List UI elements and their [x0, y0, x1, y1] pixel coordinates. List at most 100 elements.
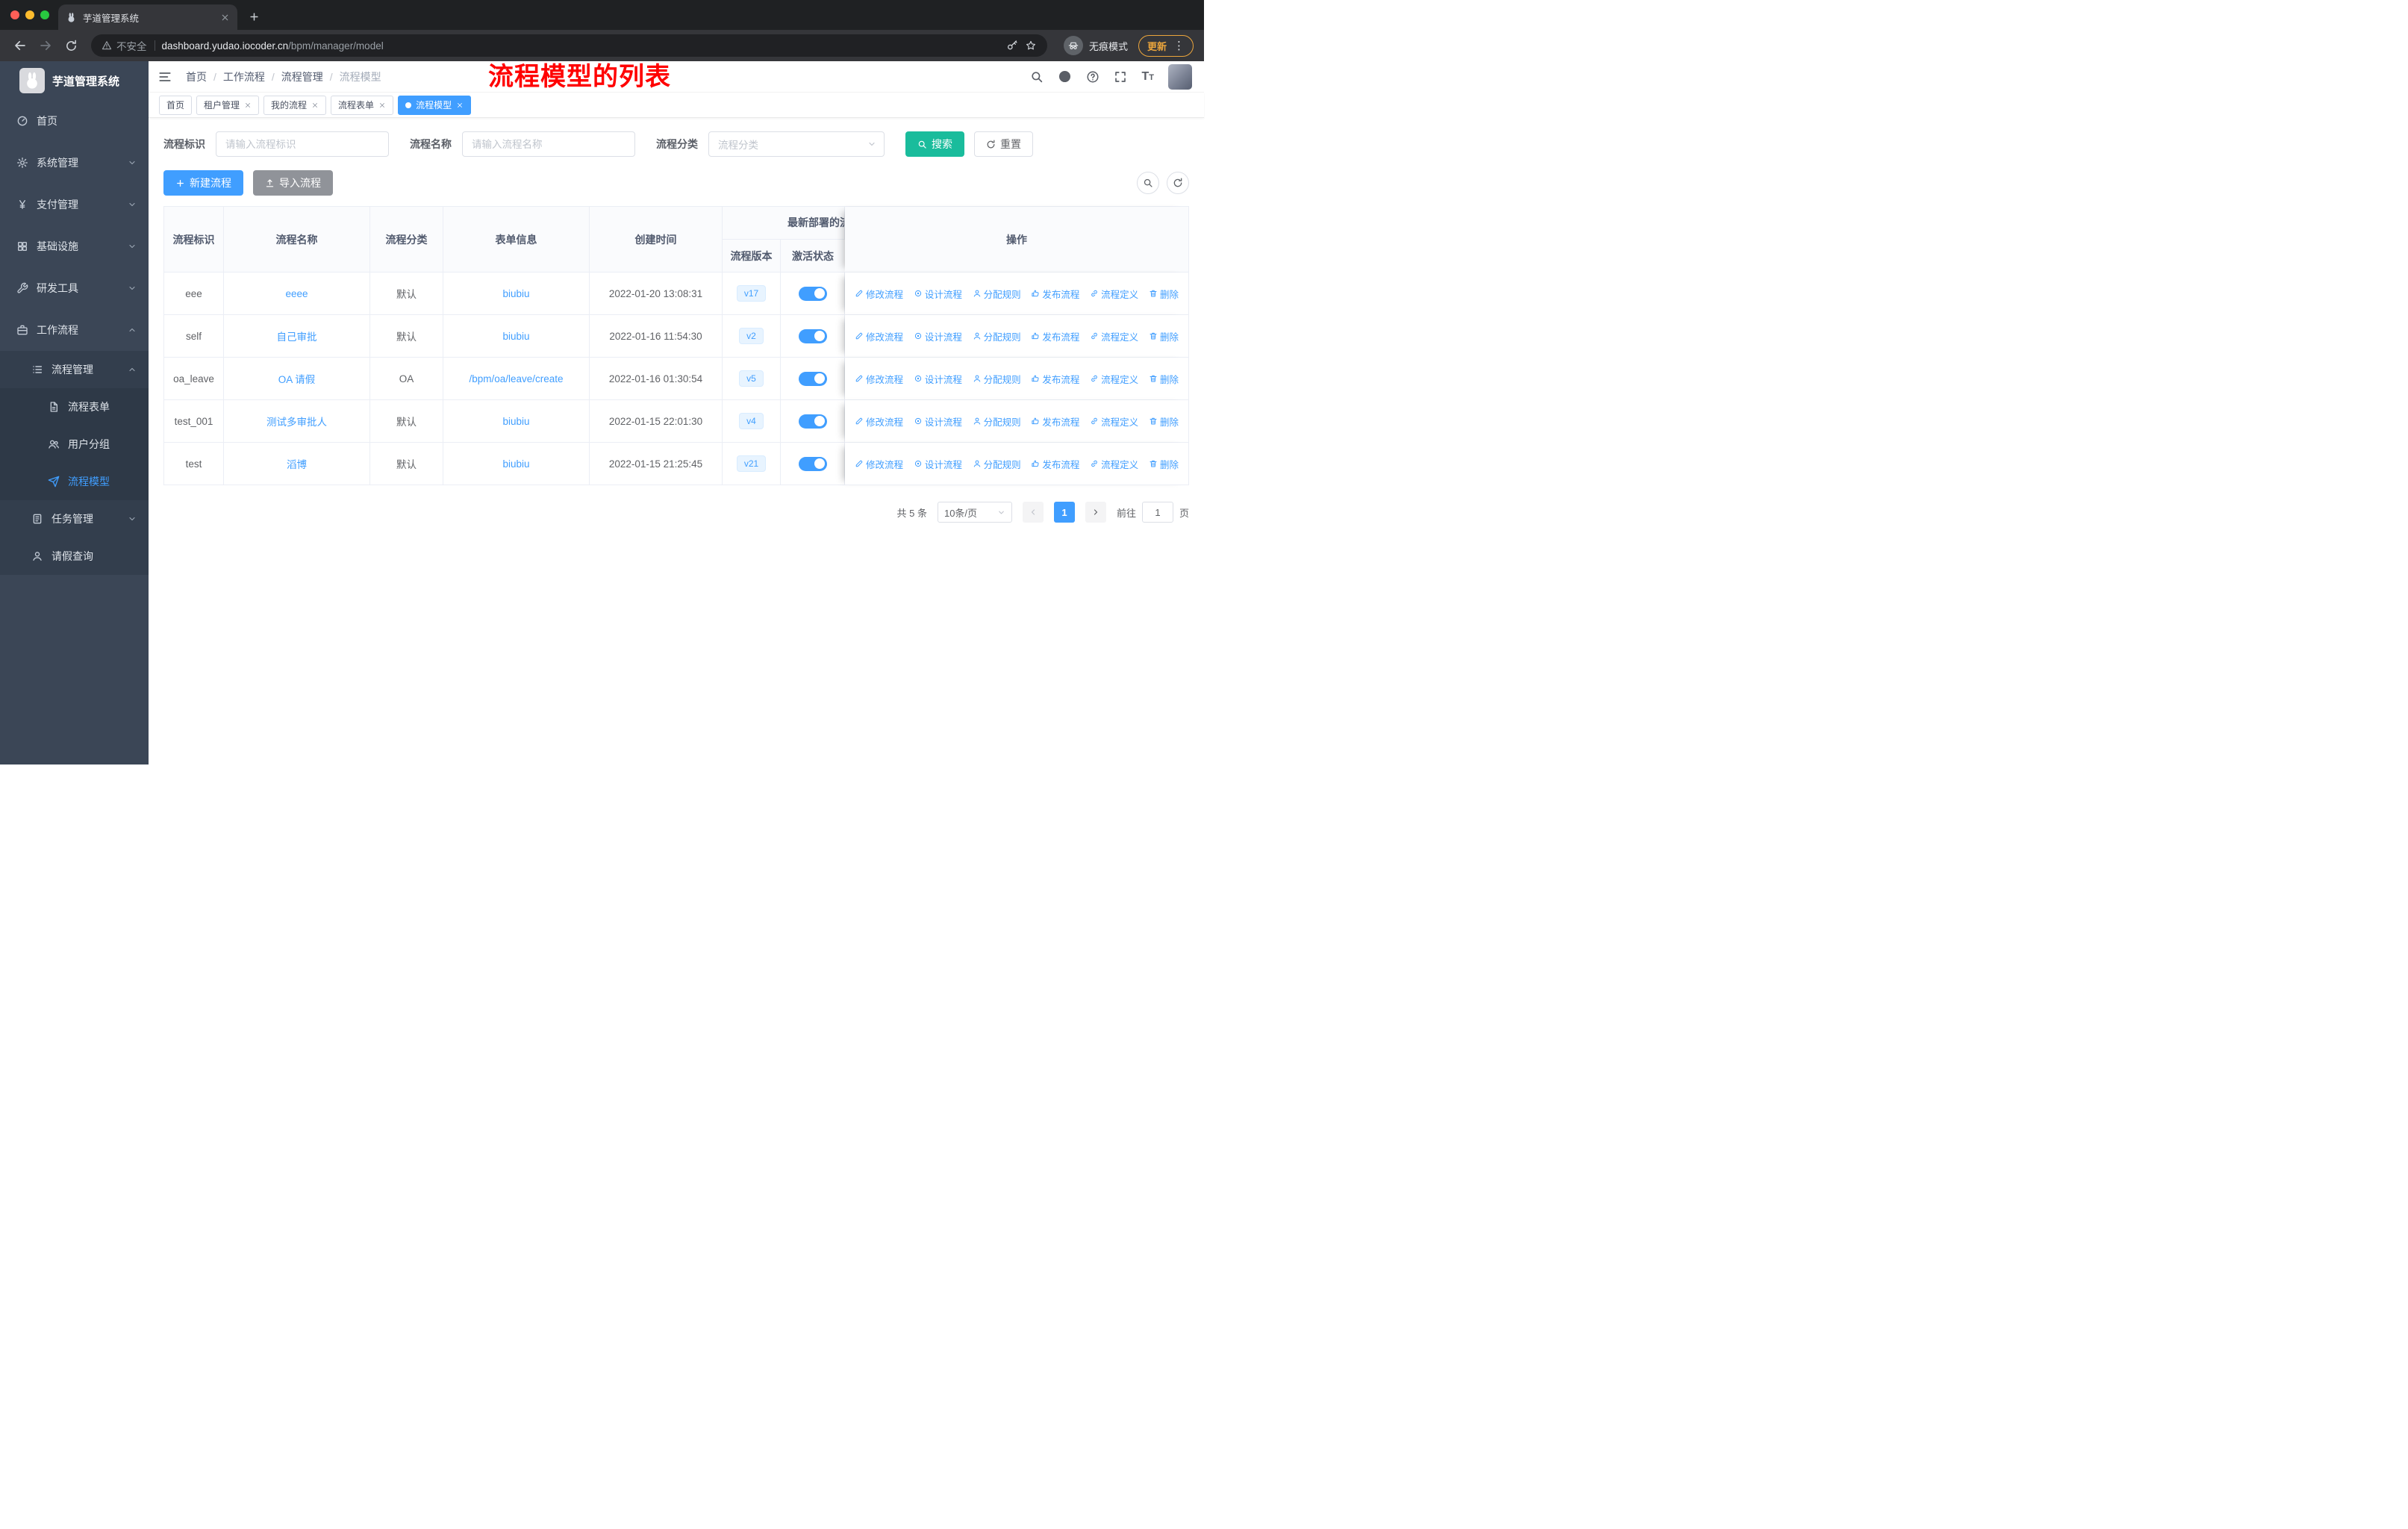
sidebar-item-leave-query[interactable]: 请假查询	[0, 538, 149, 575]
address-bar[interactable]: 不安全 dashboard.yudao.iocoder.cn/bpm/manag…	[91, 34, 1047, 57]
tag-tenant-mgmt[interactable]: 租户管理	[196, 95, 260, 115]
key-icon[interactable]	[1006, 40, 1018, 52]
update-button[interactable]: 更新 ⋮	[1138, 34, 1194, 57]
tag-close-icon[interactable]	[244, 102, 252, 109]
fullscreen-icon[interactable]	[1114, 70, 1127, 84]
edit-process-link[interactable]: 修改流程	[855, 457, 903, 471]
assign-rule-link[interactable]: 分配规则	[973, 414, 1021, 429]
collapse-sidebar-button[interactable]	[157, 69, 172, 84]
sidebar-item-system[interactable]: 系统管理	[0, 142, 149, 184]
version-badge[interactable]: v21	[736, 455, 767, 472]
back-button[interactable]	[9, 34, 31, 57]
reset-button[interactable]: 重置	[974, 131, 1033, 157]
browser-menu-icon[interactable]: ⋮	[1173, 40, 1185, 52]
process-name-link[interactable]: 自己审批	[277, 331, 317, 343]
delete-process-link[interactable]: 删除	[1149, 329, 1179, 343]
search-button[interactable]: 搜索	[905, 131, 964, 157]
design-process-link[interactable]: 设计流程	[914, 287, 962, 301]
zoom-window-button[interactable]	[40, 10, 49, 19]
sidebar-item-user-group[interactable]: 用户分组	[0, 426, 149, 463]
version-badge[interactable]: v5	[739, 370, 764, 387]
edit-process-link[interactable]: 修改流程	[855, 287, 903, 301]
sidebar-item-home[interactable]: 首页	[0, 100, 149, 142]
sidebar-item-infra[interactable]: 基础设施	[0, 225, 149, 267]
import-process-button[interactable]: 导入流程	[253, 170, 333, 196]
app-logo[interactable]: 芋道管理系统	[0, 61, 149, 100]
tag-close-icon[interactable]	[378, 102, 386, 109]
github-icon[interactable]	[1058, 69, 1072, 84]
process-definition-link[interactable]: 流程定义	[1090, 372, 1138, 386]
sidebar-item-process-model[interactable]: 流程模型	[0, 463, 149, 500]
form-info-link[interactable]: biubiu	[502, 288, 529, 299]
sidebar-item-workflow[interactable]: 工作流程	[0, 309, 149, 351]
delete-process-link[interactable]: 删除	[1149, 414, 1179, 429]
status-toggle[interactable]	[798, 328, 827, 343]
process-name-link[interactable]: 测试多审批人	[266, 417, 327, 428]
status-toggle[interactable]	[798, 286, 827, 301]
assign-rule-link[interactable]: 分配规则	[973, 287, 1021, 301]
breadcrumb-workflow[interactable]: 工作流程	[223, 69, 265, 84]
status-toggle[interactable]	[798, 414, 827, 429]
breadcrumb-home[interactable]: 首页	[186, 69, 207, 84]
status-toggle[interactable]	[798, 371, 827, 386]
sidebar-item-process-mgmt[interactable]: 流程管理	[0, 351, 149, 388]
sidebar-item-devtools[interactable]: 研发工具	[0, 267, 149, 309]
publish-process-link[interactable]: 发布流程	[1031, 287, 1079, 301]
design-process-link[interactable]: 设计流程	[914, 372, 962, 386]
delete-process-link[interactable]: 删除	[1149, 457, 1179, 471]
new-tab-button[interactable]	[243, 6, 264, 27]
user-avatar[interactable]	[1168, 63, 1192, 90]
status-toggle[interactable]	[798, 456, 827, 471]
form-info-link[interactable]: biubiu	[502, 331, 529, 342]
design-process-link[interactable]: 设计流程	[914, 457, 962, 471]
goto-page-input[interactable]	[1141, 502, 1173, 523]
publish-process-link[interactable]: 发布流程	[1031, 329, 1079, 343]
process-definition-link[interactable]: 流程定义	[1090, 329, 1138, 343]
reload-button[interactable]	[60, 34, 82, 57]
security-indicator[interactable]: 不安全	[102, 38, 155, 53]
browser-tab[interactable]: 芋道管理系统	[58, 4, 237, 30]
publish-process-link[interactable]: 发布流程	[1031, 372, 1079, 386]
publish-process-link[interactable]: 发布流程	[1031, 414, 1079, 429]
tag-my-process[interactable]: 我的流程	[263, 95, 327, 115]
version-badge[interactable]: v17	[736, 285, 767, 302]
sidebar-item-process-form[interactable]: 流程表单	[0, 388, 149, 426]
toggle-search-button[interactable]	[1137, 172, 1159, 194]
prev-page-button[interactable]	[1022, 502, 1044, 523]
process-name-link[interactable]: 滔博	[287, 459, 307, 470]
refresh-table-button[interactable]	[1167, 172, 1189, 194]
process-category-select[interactable]: 流程分类	[708, 131, 885, 157]
current-page-button[interactable]: 1	[1053, 502, 1075, 523]
next-page-button[interactable]	[1085, 502, 1106, 523]
process-definition-link[interactable]: 流程定义	[1090, 457, 1138, 471]
minimize-window-button[interactable]	[25, 10, 34, 19]
help-icon[interactable]	[1086, 70, 1099, 84]
assign-rule-link[interactable]: 分配规则	[973, 457, 1021, 471]
design-process-link[interactable]: 设计流程	[914, 329, 962, 343]
forward-button[interactable]	[34, 34, 57, 57]
publish-process-link[interactable]: 发布流程	[1031, 457, 1079, 471]
create-process-button[interactable]: 新建流程	[163, 170, 243, 196]
tag-process-form[interactable]: 流程表单	[331, 95, 394, 115]
version-badge[interactable]: v4	[739, 413, 764, 429]
process-name-input[interactable]	[462, 131, 635, 157]
sidebar-item-payment[interactable]: 支付管理	[0, 184, 149, 225]
process-name-link[interactable]: OA 请假	[278, 374, 316, 385]
edit-process-link[interactable]: 修改流程	[855, 372, 903, 386]
tag-close-icon[interactable]	[456, 102, 464, 109]
assign-rule-link[interactable]: 分配规则	[973, 329, 1021, 343]
edit-process-link[interactable]: 修改流程	[855, 414, 903, 429]
tag-home[interactable]: 首页	[159, 95, 193, 115]
form-info-link[interactable]: biubiu	[502, 458, 529, 470]
process-id-input[interactable]	[216, 131, 389, 157]
version-badge[interactable]: v2	[739, 328, 764, 344]
tag-process-model[interactable]: 流程模型	[398, 95, 472, 115]
process-name-link[interactable]: eeee	[285, 288, 308, 299]
page-size-select[interactable]: 10条/页	[937, 502, 1012, 523]
delete-process-link[interactable]: 删除	[1149, 372, 1179, 386]
assign-rule-link[interactable]: 分配规则	[973, 372, 1021, 386]
tab-close-icon[interactable]	[220, 13, 230, 22]
sidebar-item-task-mgmt[interactable]: 任务管理	[0, 500, 149, 538]
breadcrumb-process-mgmt[interactable]: 流程管理	[281, 69, 323, 84]
close-window-button[interactable]	[10, 10, 19, 19]
